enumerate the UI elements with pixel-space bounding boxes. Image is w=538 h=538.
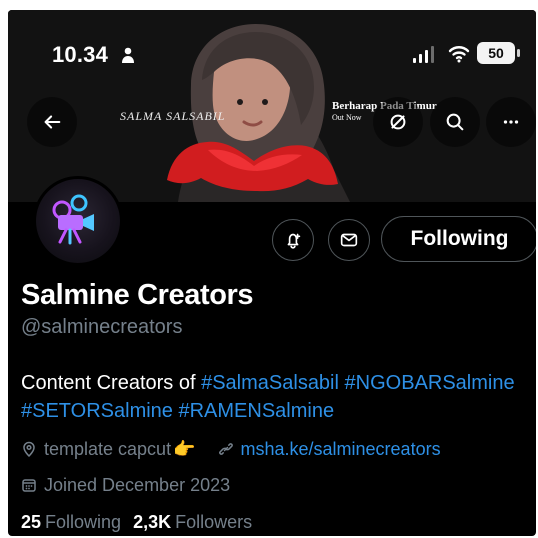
message-button[interactable] [328, 219, 370, 261]
message-icon [340, 233, 358, 247]
search-icon [446, 113, 464, 131]
grok-icon [390, 114, 406, 130]
person-icon [122, 47, 134, 63]
wifi-icon [448, 46, 470, 63]
notification-button[interactable] [272, 219, 314, 261]
battery-icon: 50 [477, 42, 520, 64]
joined-row: Joined December 2023 [21, 473, 230, 497]
calendar-icon [22, 479, 36, 492]
link-icon [218, 443, 233, 455]
camera-logo-icon [52, 194, 94, 245]
profile-handle: @salminecreators [21, 316, 183, 338]
back-button[interactable] [27, 97, 77, 147]
signal-icon [413, 46, 434, 63]
banner-left-text: SALMA SALSABIL [120, 109, 226, 123]
notification-bell-icon [287, 233, 301, 249]
bio-tag-ramensalmine[interactable]: #RAMENSalmine [178, 400, 334, 422]
more-button[interactable] [486, 97, 536, 147]
following-count[interactable]: 25 [21, 512, 41, 533]
following-button[interactable]: Following [381, 216, 536, 262]
more-icon [503, 120, 519, 124]
joined-text: Joined December 2023 [44, 474, 231, 495]
avatar[interactable] [33, 176, 123, 266]
location-text: template capcut [44, 438, 172, 459]
back-arrow-icon [44, 115, 61, 129]
status-bar: 10.34 50 [8, 10, 536, 70]
profile-bio: Content Creators of #SalmaSalsabil #NGOB… [21, 369, 536, 425]
bio-prefix: Content Creators of [21, 372, 202, 394]
followers-count[interactable]: 2,3K [133, 512, 171, 533]
location-icon [23, 441, 35, 457]
phone-frame: SALMA SALSABIL Berharap Pada Timur Out N… [0, 0, 538, 538]
grok-button[interactable] [373, 97, 423, 147]
following-label[interactable]: Following [45, 512, 121, 533]
followers-label[interactable]: Followers [175, 512, 252, 533]
website-link[interactable]: msha.ke/salminecreators [241, 439, 441, 460]
bio-tag-salmasalsabil[interactable]: #SalmaSalsabil [201, 372, 339, 394]
pointing-hand-emoji: 👉 [173, 438, 196, 459]
profile-screen: SALMA SALSABIL Berharap Pada Timur Out N… [8, 10, 536, 536]
profile-meta-row: template capcut 👉 msha.ke/salminecreator… [21, 437, 441, 461]
profile-stats: 25 Following 2,3K Followers [21, 512, 252, 536]
bio-tag-ngobarsalmine[interactable]: #NGOBARSalmine [345, 372, 515, 394]
search-button[interactable] [430, 97, 480, 147]
status-time: 10.34 [52, 42, 109, 67]
bio-tag-setorsalmine[interactable]: #SETORSalmine [21, 400, 173, 422]
profile-name: Salmine Creators [21, 279, 254, 311]
